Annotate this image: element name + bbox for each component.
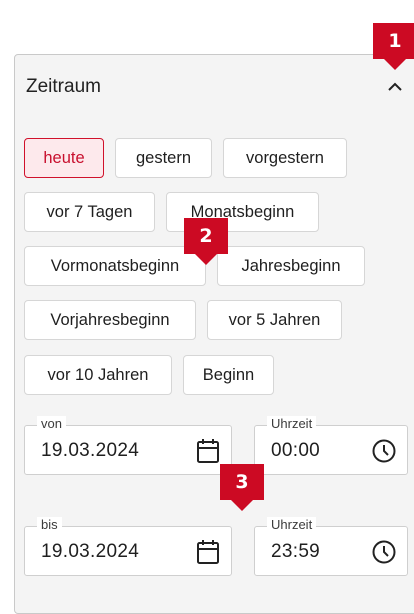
from-date-value: 19.03.2024	[41, 440, 140, 461]
from-time-value: 00:00	[271, 440, 321, 461]
callout-badge-1: 1	[373, 23, 414, 70]
panel-title: Zeitraum	[26, 76, 101, 97]
to-time-field[interactable]: Uhrzeit 23:59	[254, 517, 408, 576]
from-date-field[interactable]: von 19.03.2024	[24, 416, 232, 475]
to-date-label: bis	[37, 517, 62, 533]
from-date-label: von	[37, 416, 66, 432]
chip-heute[interactable]: heute	[24, 138, 104, 178]
to-date-value: 19.03.2024	[41, 541, 140, 562]
callout-badge-3: 3	[220, 464, 264, 511]
chevron-up-icon[interactable]	[382, 76, 408, 98]
chip-vor-7-tagen[interactable]: vor 7 Tagen	[24, 192, 155, 232]
chip-gestern[interactable]: gestern	[115, 138, 212, 178]
chip-vormonatsbeginn[interactable]: Vormonatsbeginn	[24, 246, 206, 286]
chip-vorjahresbeginn[interactable]: Vorjahresbeginn	[24, 300, 196, 340]
to-time-value: 23:59	[271, 541, 321, 562]
clock-icon[interactable]	[371, 438, 397, 464]
chip-beginn[interactable]: Beginn	[183, 355, 274, 395]
chip-jahresbeginn[interactable]: Jahresbeginn	[217, 246, 365, 286]
chip-vor-5-jahren[interactable]: vor 5 Jahren	[207, 300, 342, 340]
to-time-label: Uhrzeit	[267, 517, 317, 533]
chip-vor-10-jahren[interactable]: vor 10 Jahren	[24, 355, 172, 395]
calendar-icon[interactable]	[195, 438, 221, 464]
from-time-field[interactable]: Uhrzeit 00:00	[254, 416, 408, 475]
chip-vorgestern[interactable]: vorgestern	[223, 138, 347, 178]
calendar-icon[interactable]	[195, 539, 221, 565]
to-date-field[interactable]: bis 19.03.2024	[24, 517, 232, 576]
callout-badge-2: 2	[184, 218, 228, 265]
clock-icon[interactable]	[371, 539, 397, 565]
from-time-label: Uhrzeit	[267, 416, 317, 432]
